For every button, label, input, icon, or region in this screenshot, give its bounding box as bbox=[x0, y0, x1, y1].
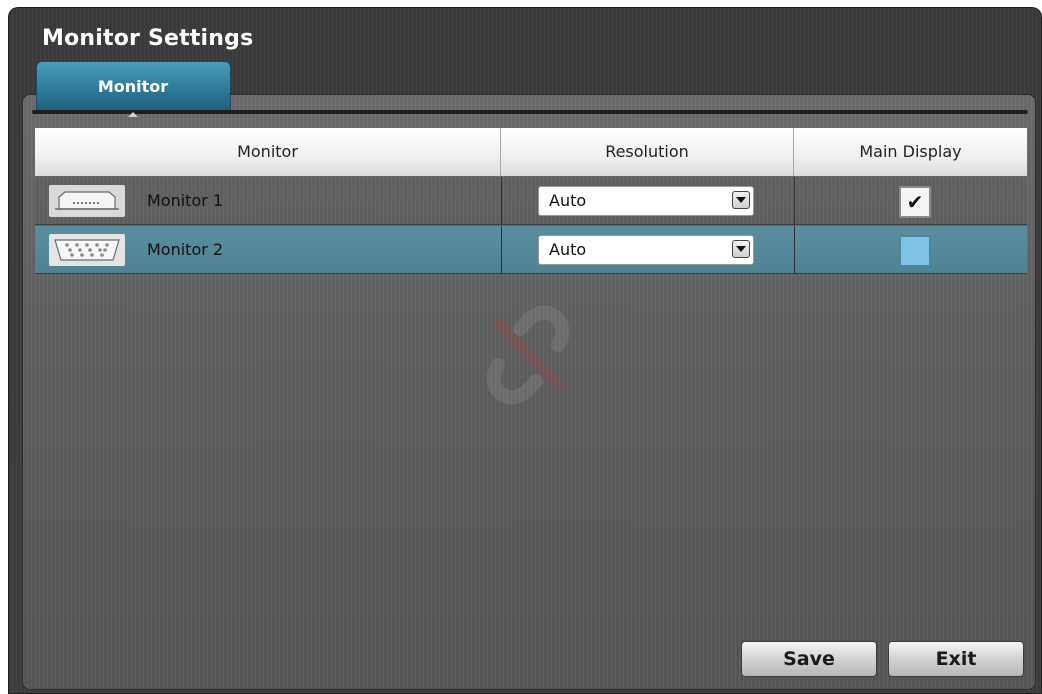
column-divider bbox=[794, 226, 795, 274]
tab-pointer-icon bbox=[128, 112, 138, 117]
column-divider bbox=[501, 226, 502, 274]
logo-watermark-icon bbox=[478, 305, 578, 405]
table-row[interactable]: Monitor 2 Auto bbox=[35, 226, 1027, 274]
monitor-name: Monitor 2 bbox=[147, 240, 224, 259]
chevron-down-icon[interactable] bbox=[732, 240, 750, 258]
window-title: Monitor Settings bbox=[42, 26, 254, 51]
vga-connector-icon bbox=[49, 234, 125, 266]
column-header-main-display[interactable]: Main Display bbox=[794, 128, 1027, 176]
save-button[interactable]: Save bbox=[741, 641, 877, 677]
table-row[interactable]: Monitor 1 Auto ✔ bbox=[35, 177, 1027, 225]
resolution-value: Auto bbox=[549, 240, 587, 259]
column-header-resolution[interactable]: Resolution bbox=[501, 128, 794, 176]
dvi-connector-icon bbox=[49, 185, 125, 217]
column-header-monitor[interactable]: Monitor bbox=[35, 128, 501, 176]
column-divider bbox=[794, 177, 795, 225]
main-display-checkbox[interactable]: ✔ bbox=[899, 186, 931, 218]
tab-divider bbox=[32, 110, 1028, 114]
monitor-name: Monitor 1 bbox=[147, 191, 224, 210]
table-header: Monitor Resolution Main Display bbox=[35, 128, 1027, 176]
exit-button[interactable]: Exit bbox=[888, 641, 1024, 677]
main-display-checkbox[interactable] bbox=[899, 235, 931, 267]
checkmark-icon: ✔ bbox=[906, 190, 924, 214]
tab-monitor-label: Monitor bbox=[97, 77, 169, 96]
tab-monitor[interactable]: Monitor bbox=[36, 61, 231, 111]
resolution-value: Auto bbox=[549, 191, 587, 210]
column-divider bbox=[501, 177, 502, 225]
resolution-select[interactable]: Auto bbox=[538, 235, 754, 265]
chevron-down-icon[interactable] bbox=[732, 191, 750, 209]
resolution-select[interactable]: Auto bbox=[538, 186, 754, 216]
